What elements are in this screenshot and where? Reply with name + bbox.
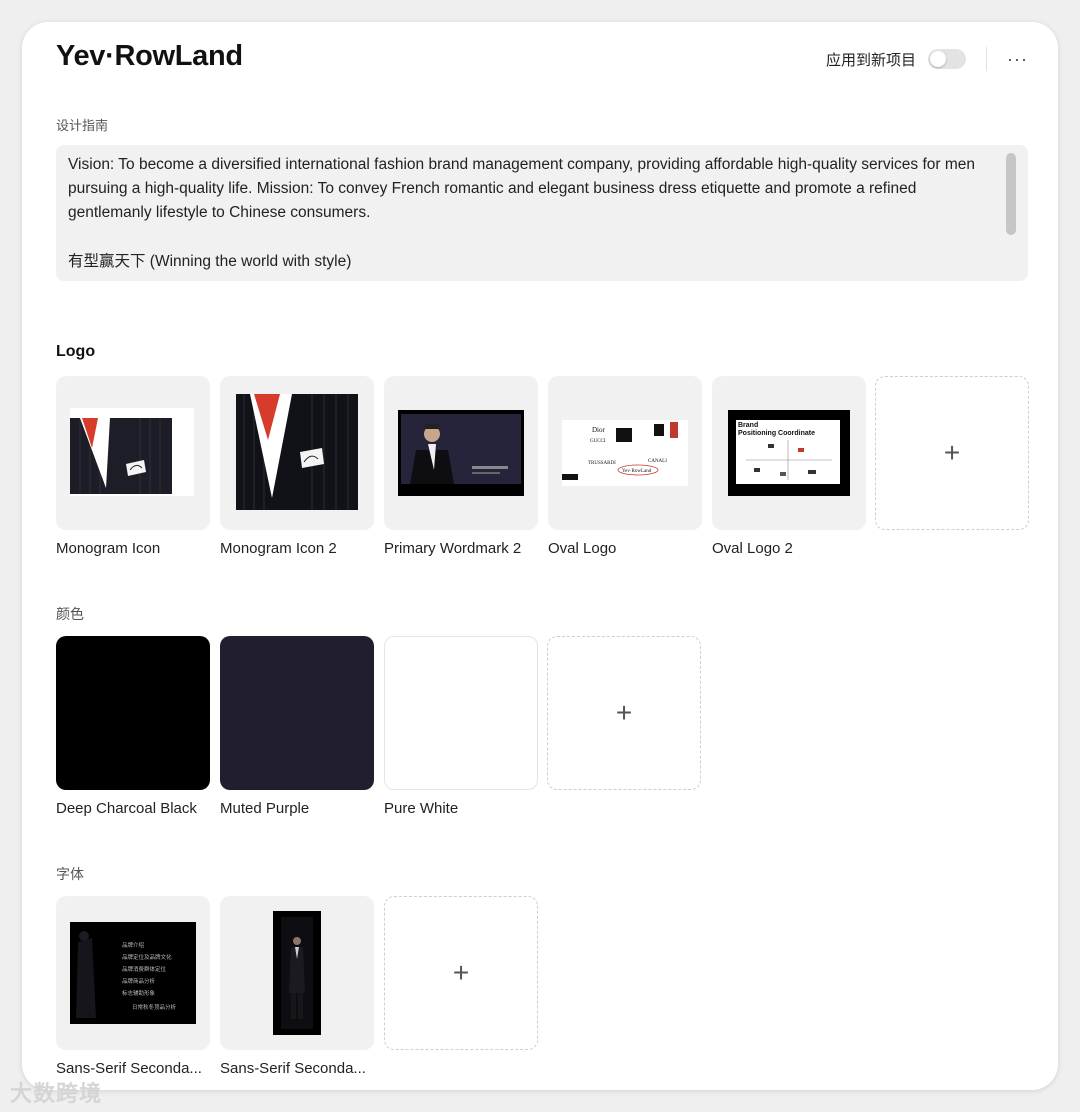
suit-photo-icon [70, 418, 172, 494]
logo-thumbnail [398, 410, 524, 496]
brand-menu-icon: 品牌介绍 品牌定位及品牌文化 品牌消费群体定位 品牌商品分析 标志辅助形象 日常… [76, 931, 177, 1018]
font-caption: Sans-Serif Seconda... [220, 1060, 366, 1077]
logo-tile-oval-logo-2[interactable]: Brand Positioning Coordinate [712, 376, 866, 530]
brand-collage-icon: Dior GUCCI TRUSSARDI CANALI Yev·RowLand [562, 422, 678, 480]
logo-section-label: Logo [56, 343, 96, 360]
logo-tile-primary-wordmark-2[interactable] [384, 376, 538, 530]
logo-caption: Primary Wordmark 2 [384, 540, 522, 557]
color-caption: Muted Purple [220, 800, 310, 817]
menu-line: 品牌介绍 [122, 941, 145, 949]
toggle-knob [930, 51, 947, 67]
logo-caption: Monogram Icon 2 [220, 540, 337, 557]
font-tile-sans-serif-secondary[interactable]: 品牌介绍 品牌定位及品牌文化 品牌消费群体定位 品牌商品分析 标志辅助形象 日常… [56, 896, 210, 1050]
plus-icon: + [943, 437, 961, 468]
collage-text: Dior [592, 426, 606, 434]
collage-text: TRUSSARDI [588, 461, 616, 466]
apply-to-new-projects-toggle[interactable] [928, 49, 967, 69]
guide-paragraph: 有型赢天下 (Winning the world with style) [68, 253, 352, 270]
color-swatch-muted-purple[interactable] [220, 636, 374, 790]
menu-line: 品牌定位及品牌文化 [122, 953, 172, 961]
add-color-button[interactable]: + [547, 636, 701, 790]
logo-tile-monogram-icon-2[interactable] [220, 376, 374, 530]
logo-thumbnail [70, 408, 194, 496]
menu-line: 品牌消费群体定位 [122, 965, 167, 973]
plus-icon: + [615, 697, 633, 728]
design-guide-textarea[interactable]: Vision: To become a diversified internat… [56, 145, 1028, 281]
add-logo-button[interactable]: + [875, 376, 1029, 530]
scrollbar-thumb[interactable] [1006, 153, 1016, 235]
logo-caption: Oval Logo [548, 540, 617, 557]
page-title: Yev·RowLand [56, 40, 243, 72]
collage-text: Yev·RowLand [622, 469, 652, 474]
menu-line: 品牌商品分析 [122, 977, 156, 985]
fonts-section-label: 字体 [56, 866, 84, 882]
logo-thumbnail: Dior GUCCI TRUSSARDI CANALI Yev·RowLand [562, 420, 688, 486]
plus-icon: + [452, 957, 470, 988]
collage-text: CANALI [648, 459, 667, 464]
more-options-icon[interactable]: ··· [1007, 50, 1028, 68]
header-actions: 应用到新项目 ··· [826, 46, 1028, 72]
collage-text: GUCCI [590, 439, 606, 444]
menu-line: 日常秋冬顶品分析 [132, 1003, 177, 1011]
scrollbar[interactable] [1006, 153, 1016, 273]
watermark-logo: 大数跨境 [10, 1081, 103, 1106]
logo-caption: Monogram Icon [56, 540, 161, 557]
logo-thumbnail: Brand Positioning Coordinate [728, 410, 850, 496]
font-tile-sans-serif-secondary-2[interactable] [220, 896, 374, 1050]
color-swatch-pure-white[interactable] [384, 636, 538, 790]
font-thumbnail [273, 911, 321, 1035]
font-thumbnail: 品牌介绍 品牌定位及品牌文化 品牌消费群体定位 品牌商品分析 标志辅助形象 日常… [70, 922, 196, 1024]
collage-text: Brand [738, 422, 758, 429]
logo-thumbnail [236, 394, 358, 510]
guide-paragraph: Vision: To become a diversified internat… [68, 156, 975, 221]
positioning-chart-icon: Brand Positioning Coordinate [736, 420, 840, 484]
design-guide-text: Vision: To become a diversified internat… [68, 153, 993, 274]
man-standing-icon [281, 917, 313, 1029]
brand-kit-card: Yev·RowLand 应用到新项目 ··· 设计指南 Vision: To b… [22, 22, 1058, 1090]
color-caption: Pure White [384, 800, 459, 817]
font-caption: Sans-Serif Seconda... [56, 1060, 202, 1077]
man-portrait-icon [401, 414, 521, 484]
collage-text: Positioning Coordinate [738, 430, 815, 437]
design-guide-label: 设计指南 [56, 118, 109, 133]
menu-line: 标志辅助形象 [122, 989, 156, 997]
apply-to-new-projects-label: 应用到新项目 [826, 51, 917, 69]
logo-tile-monogram-icon[interactable] [56, 376, 210, 530]
suit-photo-icon [236, 394, 358, 510]
logo-caption: Oval Logo 2 [712, 540, 793, 557]
color-swatch-deep-charcoal-black[interactable] [56, 636, 210, 790]
logo-tile-oval-logo[interactable]: Dior GUCCI TRUSSARDI CANALI Yev·RowLand [548, 376, 702, 530]
color-caption: Deep Charcoal Black [56, 800, 197, 817]
add-font-button[interactable]: + [384, 896, 538, 1050]
divider [986, 47, 988, 71]
colors-section-label: 颜色 [56, 606, 84, 622]
